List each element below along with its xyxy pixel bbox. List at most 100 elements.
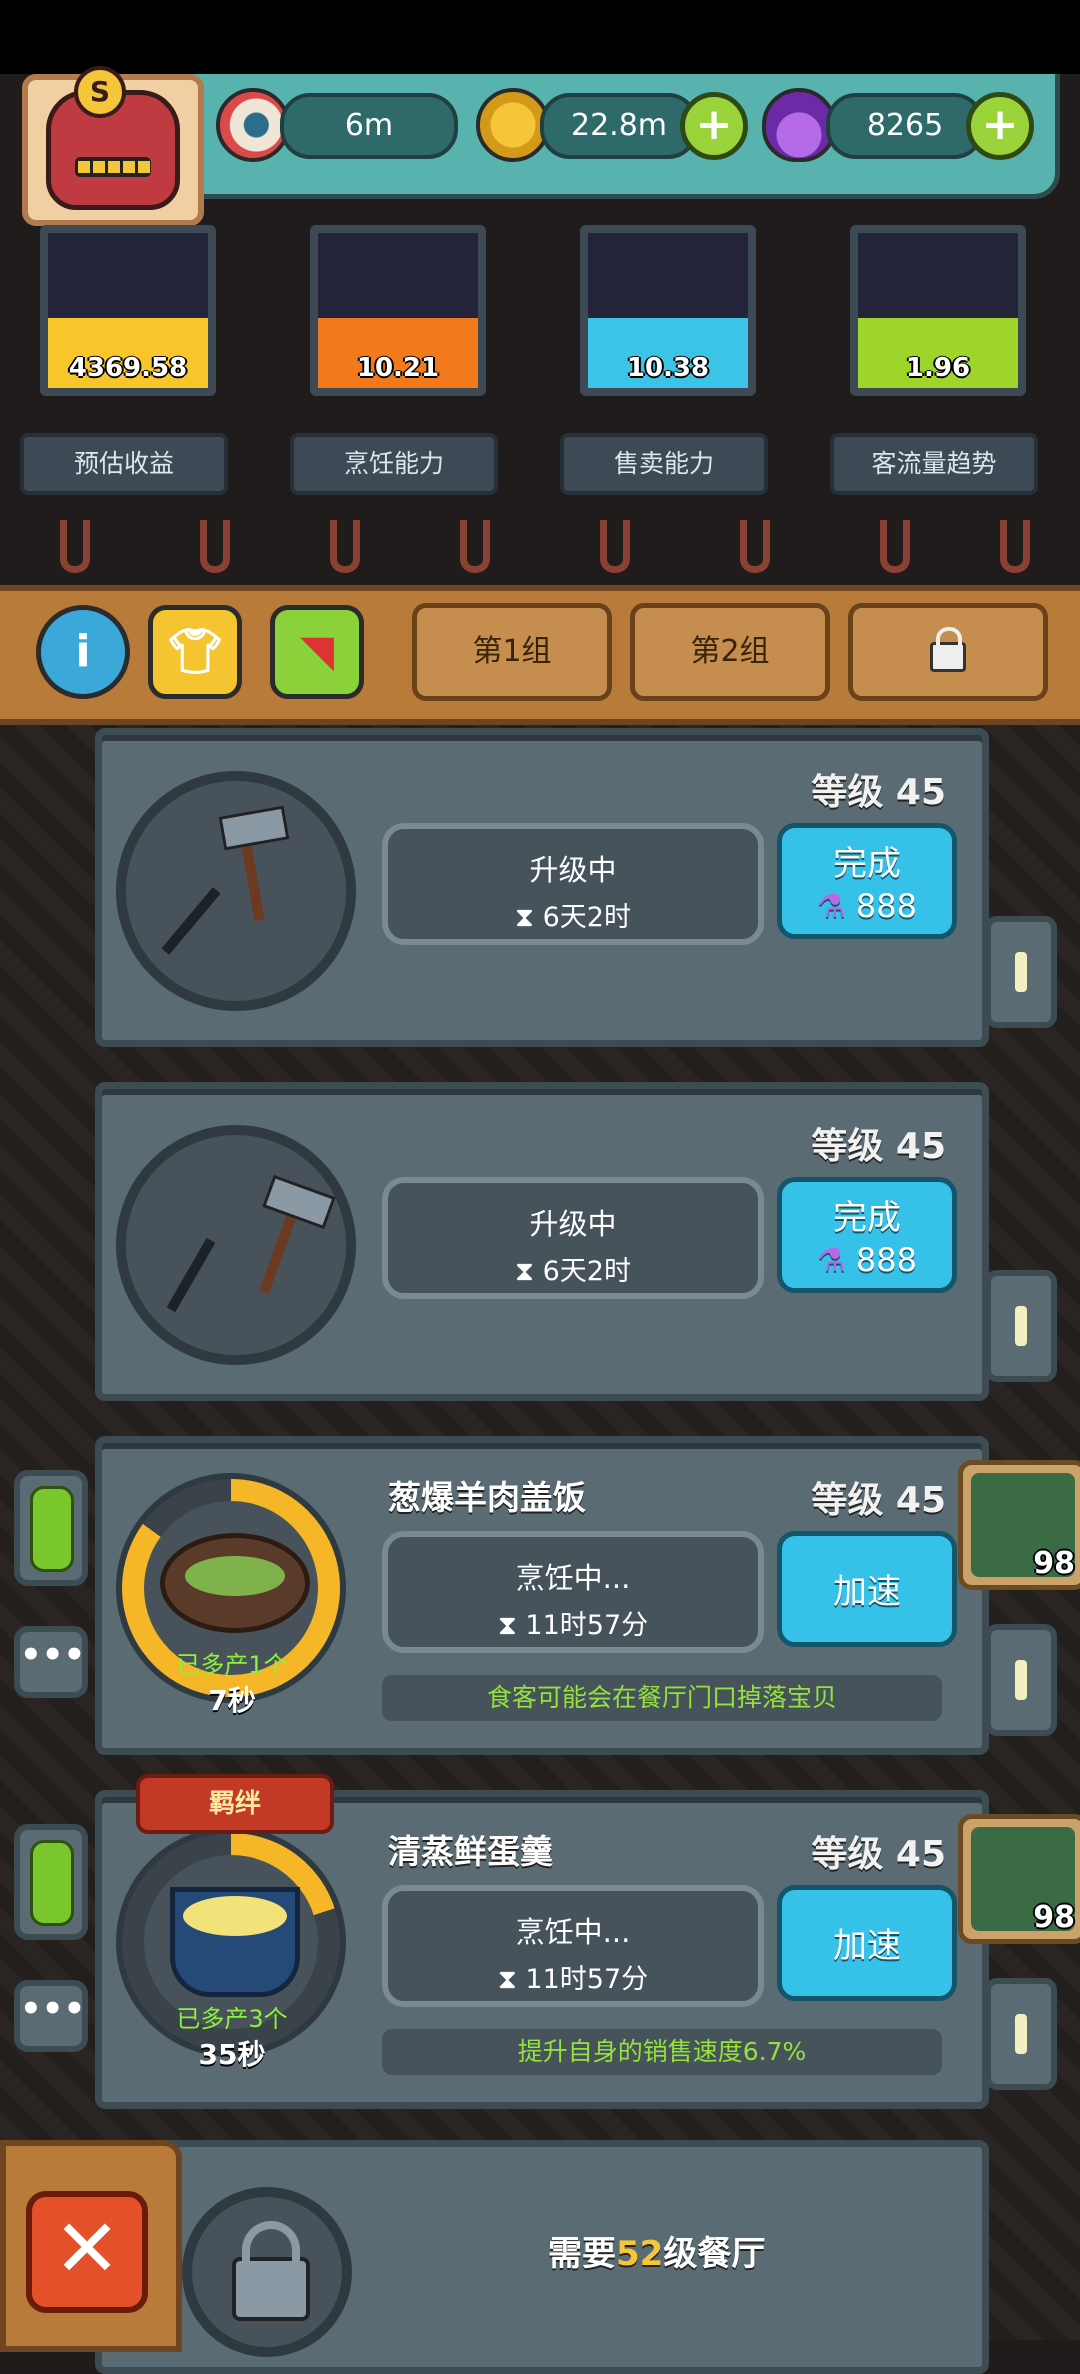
avatar-teeth xyxy=(75,157,151,177)
dish-effect: 食客可能会在餐厅门口掉落宝贝 xyxy=(382,1675,942,1721)
hammer-nail-icon xyxy=(116,1125,356,1365)
finish-label: 完成 xyxy=(833,844,901,884)
add-potions-button[interactable]: + xyxy=(966,92,1034,160)
cooking-status: 烹饪中... ⧗ 11时57分 xyxy=(382,1531,764,1653)
speedup-button[interactable]: 加速 xyxy=(777,1531,957,1647)
status-text: 升级中 xyxy=(529,853,617,887)
card-level: 等级 45 xyxy=(811,1126,946,1167)
dish-name: 葱爆羊肉盖饭 xyxy=(388,1478,586,1517)
shoe-icon[interactable]: ◥ xyxy=(270,605,364,699)
time-remaining: 6天2时 xyxy=(542,902,631,933)
meter-value: 1.96 xyxy=(905,353,971,383)
hook-decoration xyxy=(460,520,490,573)
info-icon[interactable]: i xyxy=(36,605,130,699)
hook-decoration xyxy=(200,520,230,573)
status-text: 烹饪中... xyxy=(515,1915,631,1949)
dish-effect: 提升自身的销售速度6.7% xyxy=(382,2029,942,2075)
time-remaining: 11时57分 xyxy=(525,1610,649,1641)
stat-meter: 4369.58 预估收益 xyxy=(20,215,228,495)
info-button[interactable] xyxy=(985,1978,1057,2090)
unlock-requirement: 需要52级餐厅 xyxy=(548,2234,766,2274)
locked-slot-card xyxy=(95,2140,989,2374)
coin-counter: 22.8m xyxy=(540,93,698,159)
hook-decoration xyxy=(740,520,770,573)
cycle-seconds: 35秒 xyxy=(198,2038,266,2071)
shirt-icon[interactable]: 👕︎ xyxy=(148,605,242,699)
info-button[interactable] xyxy=(985,1624,1057,1736)
lock-icon xyxy=(930,627,966,672)
dish-image xyxy=(160,1533,310,1633)
chef-card[interactable]: 98 xyxy=(958,1460,1080,1590)
finish-cost: 888 xyxy=(855,1241,917,1279)
status-text: 升级中 xyxy=(529,1207,617,1241)
potion-counter: 8265 xyxy=(826,93,984,159)
more-options-button[interactable]: ••• xyxy=(14,1626,88,1698)
potion-icon: ⚗︎ xyxy=(817,887,846,925)
status-text: 烹饪中... xyxy=(515,1561,631,1595)
tab-locked-group[interactable] xyxy=(848,603,1048,701)
extra-produced: 已多产1个 xyxy=(176,1651,288,1679)
upgrade-status: 升级中 ⧗ 6天2时 xyxy=(382,823,764,945)
hook-decoration xyxy=(1000,520,1030,573)
meter-label: 客流量趋势 xyxy=(830,433,1038,495)
upgrade-card-1: 等级 45 升级中 ⧗ 6天2时 完成 ⚗︎ 888 xyxy=(95,728,989,1047)
chef-card-count: 98 xyxy=(1033,1900,1075,1935)
dish-card-1: 已多产1个 7秒 葱爆羊肉盖饭 等级 45 烹饪中... ⧗ 11时57分 加速… xyxy=(95,1436,989,1755)
dish-image xyxy=(170,1887,300,1997)
boost-toggle[interactable] xyxy=(14,1824,88,1940)
chef-card[interactable]: 98 xyxy=(958,1814,1080,1944)
info-button[interactable] xyxy=(985,916,1057,1028)
hook-decoration xyxy=(330,520,360,573)
dish-name: 清蒸鲜蛋羹 xyxy=(388,1832,553,1871)
time-remaining: 6天2时 xyxy=(542,1256,631,1287)
lock-icon xyxy=(182,2187,352,2357)
hammer-nail-icon xyxy=(116,771,356,1011)
hourglass-icon: ⧗ xyxy=(497,1964,517,1995)
card-level: 等级 45 xyxy=(811,772,946,813)
finish-button[interactable]: 完成 ⚗︎ 888 xyxy=(777,1177,957,1293)
hourglass-icon: ⧗ xyxy=(515,1256,534,1287)
cooking-status: 烹饪中... ⧗ 11时57分 xyxy=(382,1885,764,2007)
player-avatar[interactable]: S xyxy=(22,66,204,226)
hook-decoration xyxy=(60,520,90,573)
dish-card-2: 已多产3个 35秒 清蒸鲜蛋羹 等级 45 烹饪中... ⧗ 11时57分 加速… xyxy=(95,1790,989,2109)
stat-meter: 10.38 售卖能力 xyxy=(560,215,768,495)
more-options-button[interactable]: ••• xyxy=(14,1980,88,2052)
potion-icon xyxy=(762,88,836,162)
stat-meter: 10.21 烹饪能力 xyxy=(290,215,498,495)
meter-value: 4369.58 xyxy=(68,353,188,383)
finish-cost: 888 xyxy=(855,887,917,925)
speedup-label: 加速 xyxy=(833,1926,901,1966)
finish-label: 完成 xyxy=(833,1198,901,1238)
hook-decoration xyxy=(600,520,630,573)
extra-produced: 已多产3个 xyxy=(176,2005,288,2033)
meter-label: 预估收益 xyxy=(20,433,228,495)
chef-card-count: 98 xyxy=(1033,1546,1075,1581)
status-bar xyxy=(0,0,1080,74)
speedup-label: 加速 xyxy=(833,1572,901,1612)
boost-toggle[interactable] xyxy=(14,1470,88,1586)
upgrade-card-2: 等级 45 升级中 ⧗ 6天2时 完成 ⚗︎ 888 xyxy=(95,1082,989,1401)
hourglass-icon: ⧗ xyxy=(515,902,534,933)
coin-icon xyxy=(476,88,550,162)
cycle-seconds: 7秒 xyxy=(208,1684,256,1717)
add-coins-button[interactable]: + xyxy=(680,92,748,160)
finish-button[interactable]: 完成 ⚗︎ 888 xyxy=(777,823,957,939)
time-remaining: 11时57分 xyxy=(525,1964,649,1995)
bond-badge: 羁绊 xyxy=(136,1774,334,1834)
potion-icon: ⚗︎ xyxy=(817,1241,846,1279)
speedup-button[interactable]: 加速 xyxy=(777,1885,957,2001)
info-button[interactable] xyxy=(985,1270,1057,1382)
meter-value: 10.38 xyxy=(626,353,710,383)
close-icon[interactable]: ✕ xyxy=(26,2191,148,2313)
eyeball-counter: 6m xyxy=(280,93,458,159)
close-panel: ✕ xyxy=(0,2140,182,2352)
tab-group-2[interactable]: 第2组 xyxy=(630,603,830,701)
hook-decoration xyxy=(880,520,910,573)
card-level: 等级 45 xyxy=(811,1834,946,1875)
avatar-rank-badge: S xyxy=(74,66,126,118)
meter-value: 10.21 xyxy=(356,353,440,383)
eyeball-icon xyxy=(216,88,290,162)
tab-group-1[interactable]: 第1组 xyxy=(412,603,612,701)
card-level: 等级 45 xyxy=(811,1480,946,1521)
